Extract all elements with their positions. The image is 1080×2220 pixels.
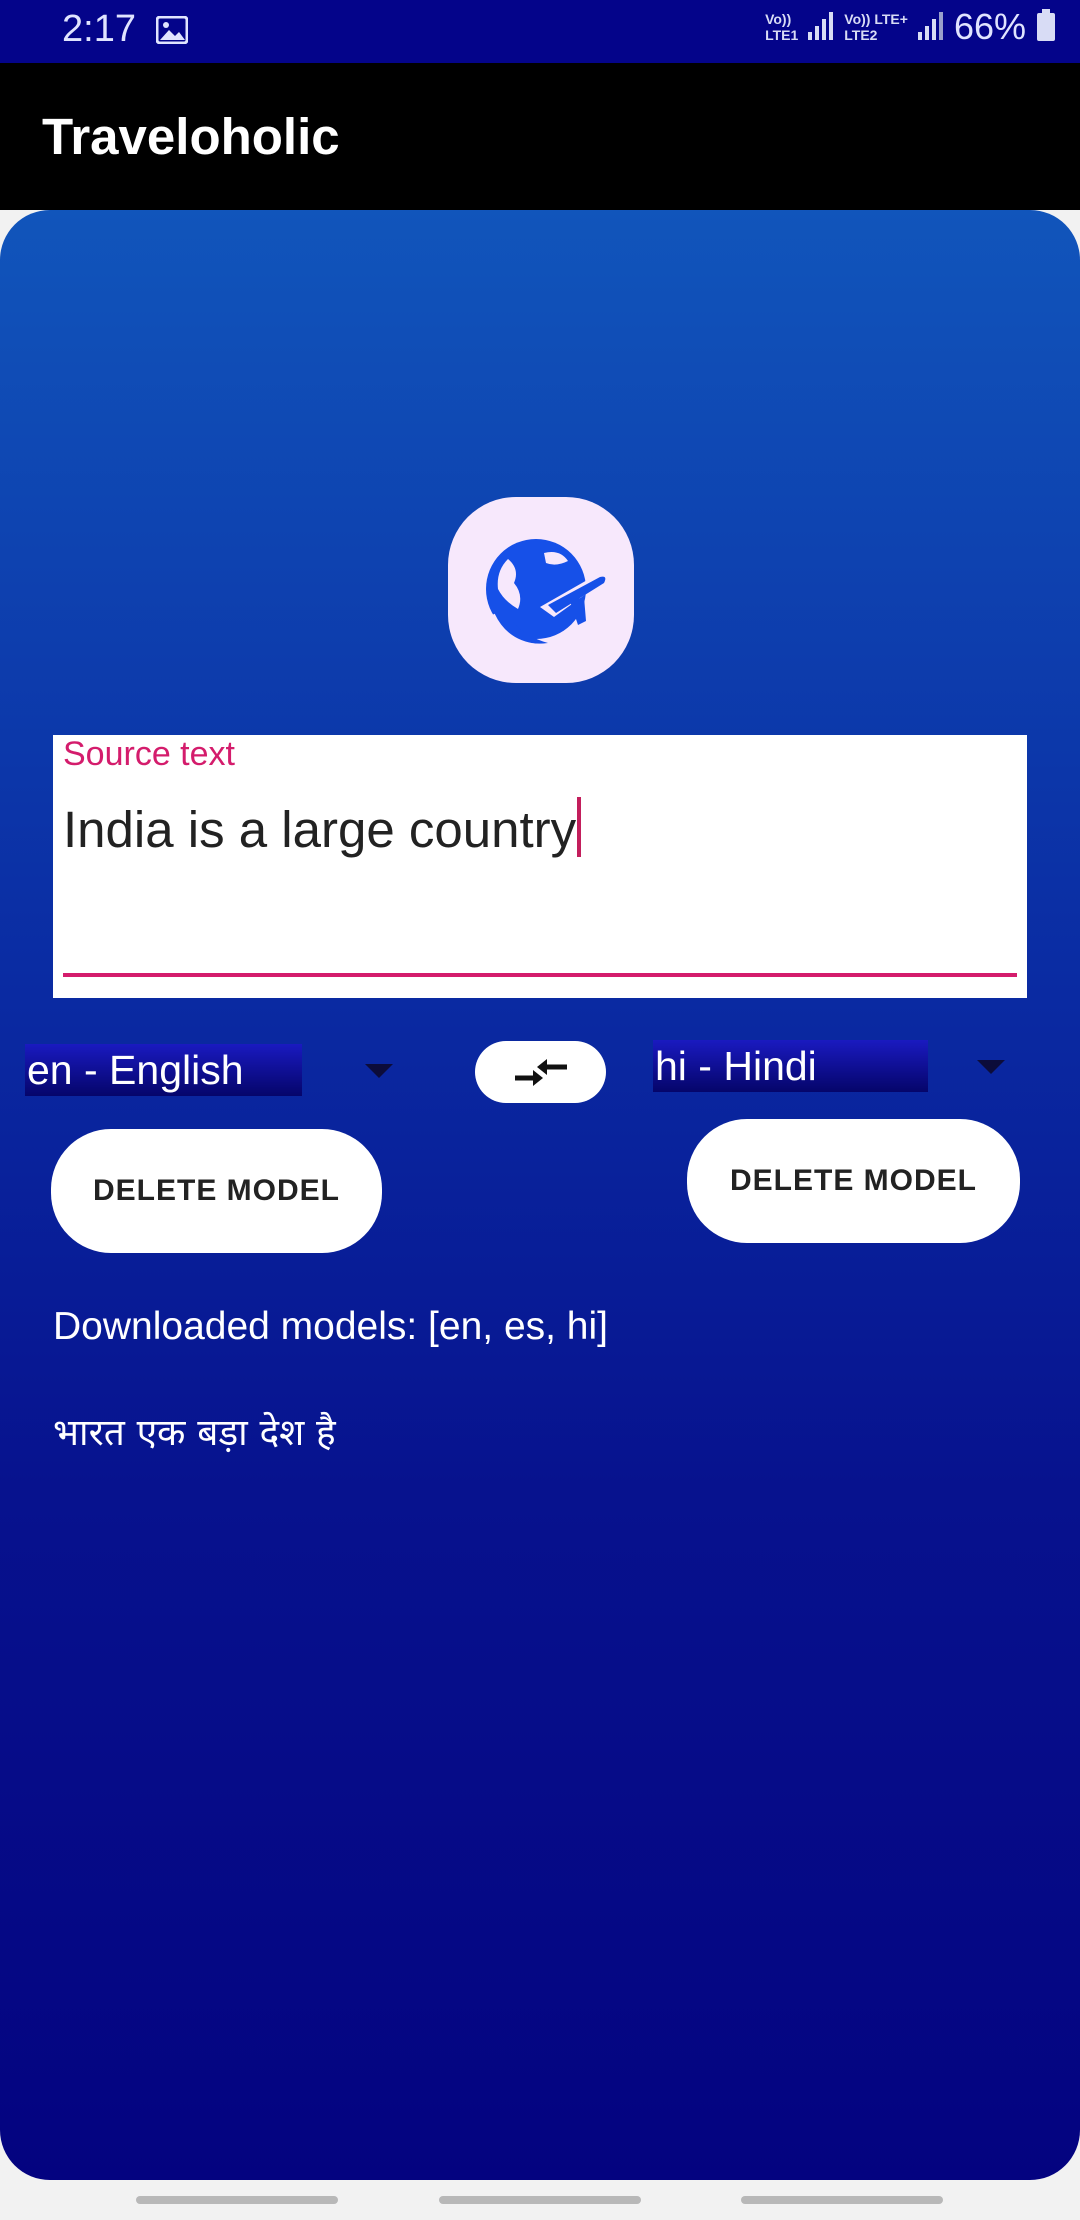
app-bar: Traveloholic [0,63,1080,210]
sim1-label-top: Vo)) [765,11,792,27]
field-underline [63,973,1017,977]
nav-hint-center[interactable] [439,2196,641,2204]
source-language-value: en - English [25,1044,302,1096]
signal-icon [808,10,834,45]
target-language-select[interactable]: hi - Hindi [653,1040,1013,1092]
signal-icon [917,10,944,45]
sim2-label-top: Vo)) LTE+ [844,11,908,27]
source-text-value: India is a large country [63,801,577,858]
gallery-icon [155,15,189,49]
nav-hint-left[interactable] [136,2196,338,2204]
dropdown-arrow-icon [977,1060,1005,1074]
text-cursor [577,797,582,857]
battery-percent: 66% [953,6,1026,47]
app-title: Traveloholic [42,108,340,165]
status-bar: 2:17 Vo)) LTE1 Vo)) LTE+ LTE2 66% [0,0,1080,63]
source-language-select[interactable]: en - English [25,1044,393,1096]
sim1-network: Vo)) LTE1 [765,11,798,43]
target-language-value: hi - Hindi [653,1040,928,1092]
status-time: 2:17 [62,8,136,50]
nav-hint-right[interactable] [741,2196,943,2204]
sim2-label-bottom: LTE2 [844,27,878,43]
delete-source-model-label: DELETE MODEL [92,1174,340,1207]
battery-icon [1036,8,1056,46]
downloaded-models-text: Downloaded models: [en, es, hi] [53,1305,608,1348]
delete-target-model-label: DELETE MODEL [729,1164,977,1197]
sim2-network: Vo)) LTE+ LTE2 [844,11,908,43]
status-indicators: Vo)) LTE1 Vo)) LTE+ LTE2 66% [765,6,1056,48]
sim1-label-bottom: LTE1 [765,27,799,43]
swap-arrows-icon [515,1059,567,1086]
delete-target-model-button[interactable]: DELETE MODEL [687,1119,1020,1243]
swap-languages-button[interactable] [475,1041,606,1103]
delete-source-model-button[interactable]: DELETE MODEL [51,1129,382,1253]
dropdown-arrow-icon [365,1064,393,1078]
globe-plane-icon [486,539,606,650]
gesture-nav-bar [0,2180,1080,2220]
source-text-input[interactable]: India is a large country [63,797,582,859]
app-logo [448,497,634,683]
translated-text: भारत एक बड़ा देश है [53,1411,336,1454]
source-text-field[interactable]: Source text India is a large country [53,735,1027,998]
source-text-label: Source text [63,735,235,773]
